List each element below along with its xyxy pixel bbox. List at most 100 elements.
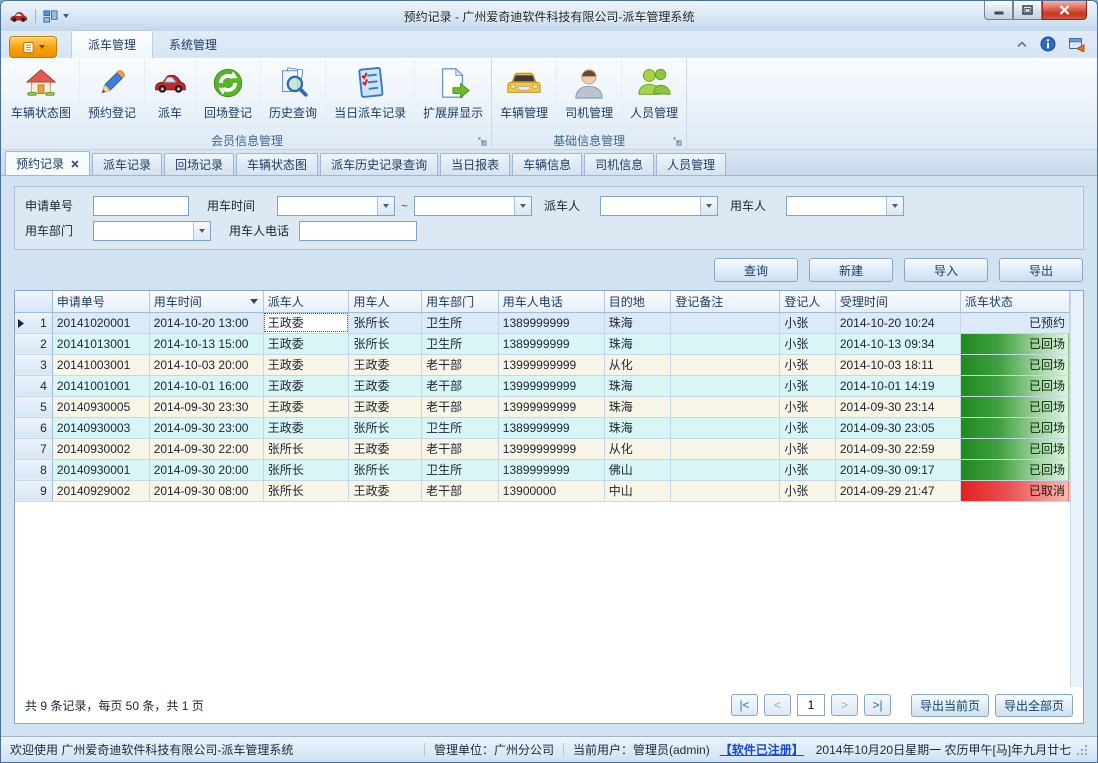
apply-no-input[interactable] xyxy=(93,196,189,216)
table-row[interactable]: 9201409290022014-09-30 08:00张所长王政委老干部139… xyxy=(15,480,1070,501)
prev-page-button[interactable]: < xyxy=(764,694,791,716)
grid-cell[interactable]: 从化 xyxy=(604,354,671,375)
use-time-from-select[interactable] xyxy=(277,196,395,216)
resize-grip[interactable] xyxy=(1075,743,1088,756)
ribbon-button[interactable]: 车辆状态图 xyxy=(3,59,79,131)
doc-tab[interactable]: 预约记录 xyxy=(5,151,90,175)
use-time-from-value[interactable] xyxy=(278,197,377,215)
dialog-launcher-icon[interactable] xyxy=(478,137,487,146)
grid-cell[interactable] xyxy=(671,480,780,501)
grid-cell[interactable]: 2014-09-30 23:00 xyxy=(149,417,263,438)
column-header[interactable]: 派车状态 xyxy=(960,291,1069,312)
grid-cell[interactable]: 13999999999 xyxy=(498,354,604,375)
grid-cell[interactable]: 中山 xyxy=(604,480,671,501)
grid-cell[interactable]: 小张 xyxy=(780,417,836,438)
grid-cell[interactable]: 2014-10-03 18:11 xyxy=(835,354,960,375)
grid-cell[interactable]: 2014-10-20 13:00 xyxy=(149,312,263,333)
row-selector[interactable]: 3 xyxy=(15,354,52,375)
column-header[interactable]: 用车部门 xyxy=(422,291,499,312)
grid-cell[interactable]: 2014-10-01 16:00 xyxy=(149,375,263,396)
query-button[interactable]: 查询 xyxy=(714,258,798,282)
doc-tab[interactable]: 司机信息 xyxy=(584,153,654,175)
grid-cell[interactable]: 张所长 xyxy=(349,312,422,333)
dispatcher-select[interactable] xyxy=(600,196,718,216)
dropdown-arrow-icon[interactable] xyxy=(377,197,394,215)
row-selector[interactable]: 7 xyxy=(15,438,52,459)
grid-cell[interactable]: 王政委 xyxy=(349,354,422,375)
row-selector[interactable]: 6 xyxy=(15,417,52,438)
grid-cell[interactable]: 珠海 xyxy=(604,312,671,333)
grid-cell[interactable]: 13999999999 xyxy=(498,396,604,417)
dialog-launcher-icon[interactable] xyxy=(673,137,682,146)
grid-cell[interactable]: 小张 xyxy=(780,396,836,417)
grid-cell[interactable]: 20140930005 xyxy=(52,396,149,417)
grid-cell[interactable]: 20141003001 xyxy=(52,354,149,375)
grid-cell[interactable]: 张所长 xyxy=(349,333,422,354)
use-time-to-select[interactable] xyxy=(414,196,532,216)
app-menu-button[interactable] xyxy=(9,36,57,58)
grid-cell[interactable]: 从化 xyxy=(604,438,671,459)
doc-tab[interactable]: 当日报表 xyxy=(440,153,510,175)
grid-cell[interactable]: 2014-10-13 15:00 xyxy=(149,333,263,354)
grid-cell[interactable]: 20141001001 xyxy=(52,375,149,396)
use-time-to-value[interactable] xyxy=(415,197,514,215)
table-row[interactable]: 3201410030012014-10-03 20:00王政委王政委老干部139… xyxy=(15,354,1070,375)
new-button[interactable]: 新建 xyxy=(809,258,893,282)
status-cell[interactable]: 已预约 xyxy=(960,312,1069,333)
skin-style-icon[interactable] xyxy=(1068,36,1085,52)
close-tab-icon[interactable] xyxy=(71,160,79,168)
collapse-ribbon-icon[interactable] xyxy=(1016,40,1028,48)
grid-cell[interactable]: 老干部 xyxy=(422,438,499,459)
grid-cell[interactable]: 20140930002 xyxy=(52,438,149,459)
layout-icon[interactable] xyxy=(43,9,58,24)
user-value[interactable] xyxy=(787,197,886,215)
grid-cell[interactable]: 2014-09-30 22:59 xyxy=(835,438,960,459)
grid-cell[interactable]: 老干部 xyxy=(422,480,499,501)
grid-cell[interactable]: 王政委 xyxy=(349,375,422,396)
table-row[interactable]: 8201409300012014-09-30 20:00张所长张所长卫生所138… xyxy=(15,459,1070,480)
grid-cell[interactable]: 珠海 xyxy=(604,396,671,417)
next-page-button[interactable]: > xyxy=(831,694,858,716)
chevron-down-icon[interactable] xyxy=(63,14,69,18)
license-registered-link[interactable]: 【软件已注册】 xyxy=(720,741,804,758)
row-selector[interactable]: 9 xyxy=(15,480,52,501)
doc-tab[interactable]: 派车历史记录查询 xyxy=(320,153,438,175)
grid-cell[interactable]: 20140930001 xyxy=(52,459,149,480)
ribbon-button[interactable]: 回场登记 xyxy=(195,59,260,131)
table-row[interactable]: 7201409300022014-09-30 22:00张所长王政委老干部139… xyxy=(15,438,1070,459)
row-selector[interactable]: 1 xyxy=(15,312,52,333)
grid-cell[interactable]: 2014-10-13 09:34 xyxy=(835,333,960,354)
grid-cell[interactable]: 卫生所 xyxy=(422,312,499,333)
ribbon-button[interactable]: 预约登记 xyxy=(79,59,144,131)
status-cell[interactable]: 已回场 xyxy=(960,417,1069,438)
dispatcher-value[interactable] xyxy=(601,197,700,215)
doc-tab[interactable]: 车辆状态图 xyxy=(236,153,318,175)
grid-cell[interactable]: 1389999999 xyxy=(498,417,604,438)
grid-cell[interactable]: 1389999999 xyxy=(498,312,604,333)
status-cell[interactable]: 已回场 xyxy=(960,354,1069,375)
grid-cell[interactable]: 老干部 xyxy=(422,396,499,417)
first-page-button[interactable]: |< xyxy=(731,694,758,716)
column-header[interactable]: 申请单号 xyxy=(52,291,149,312)
grid-cell[interactable]: 13900000 xyxy=(498,480,604,501)
status-cell[interactable]: 已取消 xyxy=(960,480,1069,501)
grid-cell[interactable] xyxy=(671,417,780,438)
grid-cell[interactable] xyxy=(671,459,780,480)
grid-cell[interactable]: 小张 xyxy=(780,438,836,459)
export-all-pages-button[interactable]: 导出全部页 xyxy=(995,694,1073,717)
grid-cell[interactable]: 2014-09-30 23:30 xyxy=(149,396,263,417)
doc-tab[interactable]: 车辆信息 xyxy=(512,153,582,175)
column-header[interactable]: 用车人电话 xyxy=(498,291,604,312)
grid-cell[interactable]: 小张 xyxy=(780,354,836,375)
ribbon-button[interactable]: 人员管理 xyxy=(621,59,686,131)
status-cell[interactable]: 已回场 xyxy=(960,396,1069,417)
ribbon-tab[interactable]: 派车管理 xyxy=(71,30,153,58)
user-select[interactable] xyxy=(786,196,904,216)
vertical-scrollbar[interactable] xyxy=(1070,291,1083,687)
grid-cell[interactable]: 张所长 xyxy=(263,480,349,501)
grid-cell[interactable]: 13999999999 xyxy=(498,375,604,396)
grid-cell[interactable]: 王政委 xyxy=(263,417,349,438)
column-header[interactable]: 登记备注 xyxy=(671,291,780,312)
grid-cell[interactable]: 1389999999 xyxy=(498,459,604,480)
grid-cell[interactable]: 1389999999 xyxy=(498,333,604,354)
